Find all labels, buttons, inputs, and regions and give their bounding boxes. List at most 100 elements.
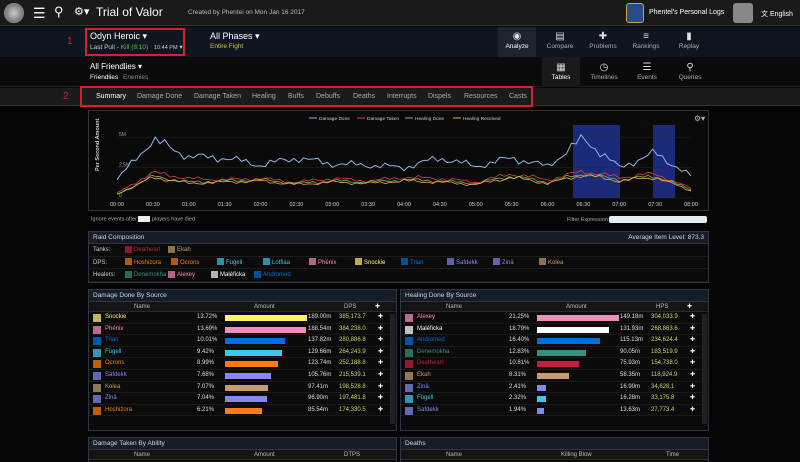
raid-member[interactable]: Andromed	[254, 269, 291, 282]
player-name[interactable]: Deathearl	[417, 358, 443, 370]
player-name[interactable]: Alexey	[417, 312, 435, 324]
raid-member[interactable]: Lotfiaa	[263, 257, 290, 270]
view-tab-replay[interactable]: ▮ Replay	[669, 31, 709, 50]
table-row[interactable]: Trian 10.01% 137.82m 280,886.8 ✚	[89, 335, 396, 347]
subview-tab-events[interactable]: ☰ Events	[627, 62, 667, 81]
raid-member[interactable]: Hoshizora	[125, 257, 161, 270]
table-row[interactable]: Alexey 21.25% 149.18m 304,033.9 ✚	[401, 312, 708, 324]
player-name[interactable]: Safdekk	[105, 370, 127, 382]
player-name[interactable]: Trian	[105, 335, 118, 347]
player-name[interactable]: Zinä	[417, 382, 429, 394]
table-row[interactable]: Zinä 2.41% 16.99m 34,628.1 ✚	[401, 382, 708, 394]
legend-label[interactable]: Healing Received	[463, 116, 501, 122]
language-selector[interactable]: 文 English	[761, 9, 793, 19]
player-name[interactable]: Denemokha	[417, 347, 449, 359]
table-row[interactable]: Deathearl 10.81% 75.93m 154,738.0 ✚	[401, 358, 708, 370]
enemies-option[interactable]: Enemies	[123, 74, 148, 81]
add-icon[interactable]: ✚	[378, 335, 383, 347]
scrollbar[interactable]	[390, 314, 395, 424]
legend-label[interactable]: Damage Taken	[367, 116, 400, 122]
player-name[interactable]: Ekah	[417, 370, 431, 382]
raid-member[interactable]: Kolea	[539, 257, 563, 270]
col-rate[interactable]: HPS	[656, 302, 668, 312]
table-row[interactable]: Andromed 16.40% 115.13m 234,624.4 ✚	[401, 335, 708, 347]
avatar[interactable]	[733, 3, 753, 23]
personal-logs-link[interactable]: Phentel's Personal Logs	[649, 9, 724, 16]
player-name[interactable]: Phénix	[105, 324, 123, 336]
table-row[interactable]: Safdekk 7.68% 105.76m 215,539.1 ✚	[89, 370, 396, 382]
friendlies-option[interactable]: Friendlies	[90, 74, 118, 81]
col-name[interactable]: Name	[134, 302, 150, 312]
add-icon[interactable]: ✚	[378, 370, 383, 382]
table-row[interactable]: Kolea 7.07% 97.41m 198,528.8 ✚	[89, 382, 396, 394]
table-row[interactable]: Fügell 2.32% 16.28m 33,175.8 ✚	[401, 393, 708, 405]
table-row[interactable]: Zinä 7.04% 96.90m 197,481.8 ✚	[89, 393, 396, 405]
raid-member[interactable]: Safdekk	[447, 257, 478, 270]
table-row[interactable]: Hoshizora 6.21% 85.54m 174,330.5 ✚	[89, 405, 396, 417]
ignore-events-option[interactable]: Ignore events after players have died	[91, 216, 195, 222]
raid-member[interactable]: Snockie	[355, 257, 385, 270]
col-killing-blow[interactable]: Killing Blow	[561, 450, 592, 460]
add-icon[interactable]: ✚	[378, 358, 383, 370]
settings-icon[interactable]: ⚙▾	[74, 5, 89, 18]
player-name[interactable]: Snockie	[105, 312, 126, 324]
add-icon[interactable]: ✚	[690, 324, 695, 336]
raid-member[interactable]: Ekah	[168, 244, 191, 257]
player-name[interactable]: Fügell	[417, 393, 433, 405]
table-row[interactable]: Phénix 13.69% 188.54m 384,238.0 ✚	[89, 324, 396, 336]
col-name[interactable]: Name	[446, 450, 462, 460]
legend-label[interactable]: Damage Done	[319, 116, 350, 122]
player-name[interactable]: Zinä	[105, 393, 117, 405]
col-amount[interactable]: Amount	[254, 302, 275, 312]
add-icon[interactable]: ✚	[378, 382, 383, 394]
add-icon[interactable]: ✚	[378, 324, 383, 336]
player-name[interactable]: Ocrons	[105, 358, 124, 370]
col-dtps[interactable]: DTPS	[344, 450, 360, 460]
raid-member[interactable]: Trian	[401, 257, 423, 270]
table-row[interactable]: Fügell 9.42% 129.66m 264,243.9 ✚	[89, 347, 396, 359]
add-icon[interactable]: ✚	[690, 393, 695, 405]
scrollbar[interactable]	[702, 314, 707, 424]
add-icon[interactable]: ✚	[690, 370, 695, 382]
search-icon[interactable]: ⚲	[54, 4, 64, 20]
table-row[interactable]: Safdekk 1.94% 13.63m 27,773.4 ✚	[401, 405, 708, 417]
table-row[interactable]: Denemokha 12.83% 90.05m 183,519.9 ✚	[401, 347, 708, 359]
line-chart[interactable]: 5M2.5M0Per Second Amount00:00 00:30 01:00 0…	[89, 111, 708, 210]
subview-tab-timelines[interactable]: ◷ Timelines	[584, 62, 624, 81]
view-tab-problems[interactable]: ✚ Problems	[583, 31, 623, 50]
add-icon[interactable]: ✚	[690, 335, 695, 347]
graph-panel[interactable]: 5M 2.5M 0 Per Second Amount 00:00 00:30 01:00 0…	[88, 110, 709, 211]
player-name[interactable]: Hoshizora	[105, 405, 132, 417]
raid-member[interactable]: Denemokha	[125, 269, 166, 282]
add-column-icon[interactable]: ✚	[687, 302, 692, 312]
col-name[interactable]: Name	[134, 450, 150, 460]
add-icon[interactable]: ✚	[690, 358, 695, 370]
col-name[interactable]: Name	[446, 302, 462, 312]
raid-member[interactable]: Alexey	[168, 269, 195, 282]
friendlies-selector[interactable]: All Friendlies ▾	[90, 62, 142, 71]
add-icon[interactable]: ✚	[690, 347, 695, 359]
col-time[interactable]: Time	[666, 450, 679, 460]
ignore-count-input[interactable]	[138, 216, 151, 222]
add-icon[interactable]: ✚	[378, 347, 383, 359]
add-icon[interactable]: ✚	[690, 405, 695, 417]
player-name[interactable]: Kolea	[105, 382, 120, 394]
filter-expression-input[interactable]	[609, 216, 707, 223]
player-name[interactable]: Maléficka	[417, 324, 442, 336]
player-name[interactable]: Safdekk	[417, 405, 439, 417]
raid-member[interactable]: Ocrons	[171, 257, 199, 270]
view-tab-rankings[interactable]: ≡ Rankings	[626, 31, 666, 50]
add-icon[interactable]: ✚	[690, 312, 695, 324]
raid-member[interactable]: Zinä	[493, 257, 514, 270]
add-icon[interactable]: ✚	[378, 405, 383, 417]
col-rate[interactable]: DPS	[344, 302, 356, 312]
menu-icon[interactable]: ☰	[33, 5, 46, 22]
table-row[interactable]: Maléficka 18.79% 131.93m 268,863.6 ✚	[401, 324, 708, 336]
view-tab-compare[interactable]: ▤ Compare	[540, 31, 580, 50]
add-icon[interactable]: ✚	[378, 312, 383, 324]
add-icon[interactable]: ✚	[690, 382, 695, 394]
raid-member[interactable]: Deathearl	[125, 244, 160, 257]
add-icon[interactable]: ✚	[378, 393, 383, 405]
raid-member[interactable]: Maléficka	[211, 269, 245, 282]
table-row[interactable]: Ekah 8.31% 58.35m 118,924.9 ✚	[401, 370, 708, 382]
